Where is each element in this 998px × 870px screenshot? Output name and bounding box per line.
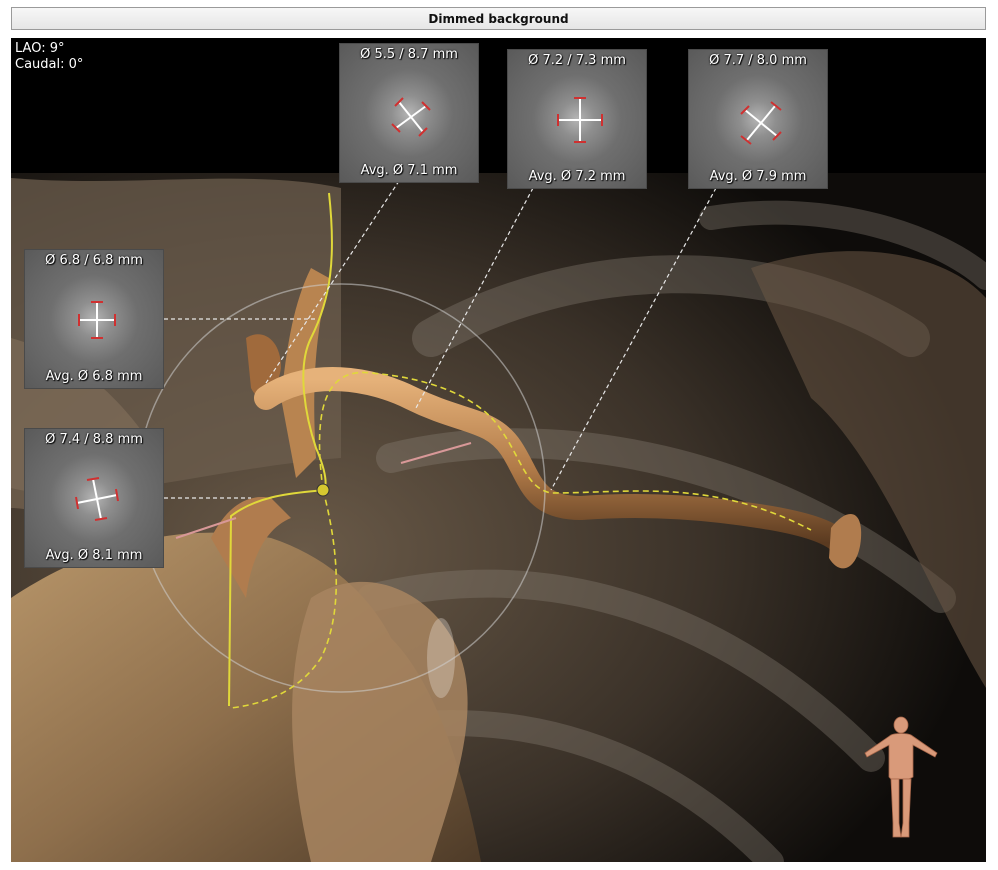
window-title: Dimmed background bbox=[11, 7, 986, 30]
diameter-label: Ø 7.2 / 7.3 mm bbox=[528, 53, 626, 68]
diameter-label: Ø 6.8 / 6.8 mm bbox=[45, 253, 143, 268]
3d-volume-viewport[interactable]: LAO: 9° Caudal: 0° Ø 5.5 / 8.7 mm Avg. Ø… bbox=[11, 38, 986, 862]
average-diameter-label: Avg. Ø 6.8 mm bbox=[45, 369, 143, 384]
cross-section-panel-5[interactable]: Ø 7.4 / 8.8 mm Avg. Ø 8.1 mm bbox=[24, 428, 164, 568]
average-diameter-label: Avg. Ø 8.1 mm bbox=[45, 548, 143, 563]
human-body-icon[interactable] bbox=[845, 713, 957, 841]
caudal-angle: Caudal: 0° bbox=[15, 57, 84, 72]
cross-section-panel-4[interactable]: Ø 6.8 / 6.8 mm Avg. Ø 6.8 mm bbox=[24, 249, 164, 389]
diameter-label: Ø 7.7 / 8.0 mm bbox=[709, 53, 807, 68]
average-diameter-label: Avg. Ø 7.1 mm bbox=[360, 163, 458, 178]
lao-angle: LAO: 9° bbox=[15, 41, 65, 56]
view-orientation-readout: LAO: 9° Caudal: 0° bbox=[15, 41, 83, 73]
cross-section-panel-1[interactable]: Ø 5.5 / 8.7 mm Avg. Ø 7.1 mm bbox=[339, 43, 479, 183]
average-diameter-label: Avg. Ø 7.2 mm bbox=[528, 169, 626, 184]
diameter-label: Ø 7.4 / 8.8 mm bbox=[45, 432, 143, 447]
cross-section-panel-2[interactable]: Ø 7.2 / 7.3 mm Avg. Ø 7.2 mm bbox=[507, 49, 647, 189]
diameter-label: Ø 5.5 / 8.7 mm bbox=[360, 47, 458, 62]
cross-section-panel-3[interactable]: Ø 7.7 / 8.0 mm Avg. Ø 7.9 mm bbox=[688, 49, 828, 189]
average-diameter-label: Avg. Ø 7.9 mm bbox=[709, 169, 807, 184]
